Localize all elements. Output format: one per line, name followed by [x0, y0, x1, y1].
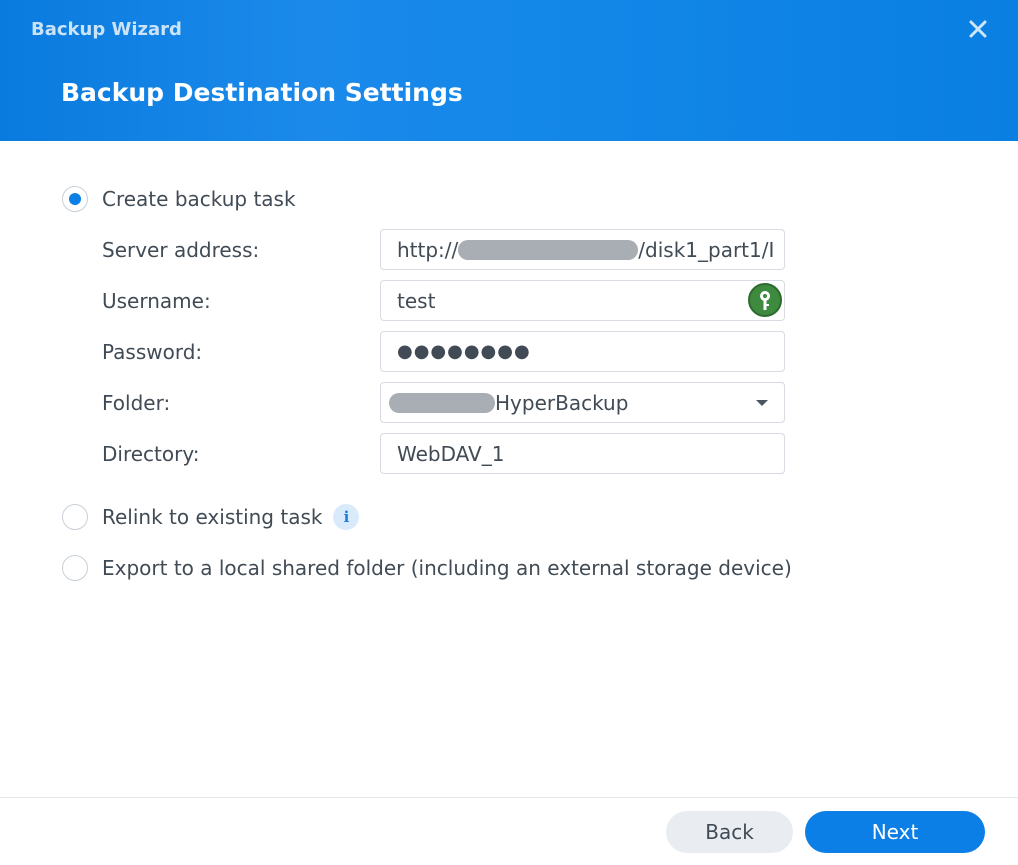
window-title: Backup Wizard: [31, 19, 182, 40]
password-input[interactable]: ●●●●●●●●: [380, 331, 785, 372]
option-export-local-folder[interactable]: Export to a local shared folder (includi…: [62, 555, 792, 581]
directory-label: Directory:: [102, 442, 200, 466]
backup-wizard-window: Backup Wizard Backup Destination Setting…: [0, 0, 1018, 865]
username-label: Username:: [102, 289, 211, 313]
password-manager-key-icon[interactable]: [748, 283, 782, 317]
chevron-down-icon[interactable]: [756, 400, 768, 406]
key-icon: [760, 291, 770, 310]
close-icon: [969, 20, 987, 38]
relink-radio[interactable]: [62, 504, 88, 530]
back-button[interactable]: Back: [666, 811, 793, 853]
create-backup-label: Create backup task: [102, 187, 296, 211]
directory-input[interactable]: WebDAV_1: [380, 433, 785, 474]
password-label: Password:: [102, 340, 203, 364]
create-backup-radio[interactable]: [62, 186, 88, 212]
export-label: Export to a local shared folder (includi…: [102, 556, 792, 580]
wizard-header: Backup Wizard Backup Destination Setting…: [0, 0, 1018, 141]
server-address-label: Server address:: [102, 238, 260, 262]
password-value: ●●●●●●●●: [397, 341, 531, 362]
redacted-host: [458, 239, 639, 260]
server-address-suffix: /disk1_part1/I: [638, 237, 775, 262]
option-create-backup-task[interactable]: Create backup task: [62, 186, 296, 212]
folder-select[interactable]: HyperBackup: [380, 382, 785, 423]
redacted-folder-prefix: [389, 392, 495, 413]
info-icon[interactable]: i: [333, 504, 360, 530]
username-input[interactable]: test: [380, 280, 785, 321]
server-address-input[interactable]: http:// /disk1_part1/I: [380, 229, 785, 270]
folder-label: Folder:: [102, 391, 171, 415]
option-relink-existing-task[interactable]: Relink to existing task i: [62, 504, 360, 530]
close-button[interactable]: [966, 17, 990, 41]
directory-value: WebDAV_1: [397, 441, 505, 466]
username-value: test: [397, 288, 436, 313]
next-button[interactable]: Next: [805, 811, 985, 853]
relink-label: Relink to existing task: [102, 505, 323, 529]
page-title: Backup Destination Settings: [61, 78, 463, 107]
server-address-prefix: http://: [397, 237, 459, 262]
export-radio[interactable]: [62, 555, 88, 581]
folder-value: HyperBackup: [495, 390, 629, 415]
footer-divider: [0, 797, 1018, 798]
